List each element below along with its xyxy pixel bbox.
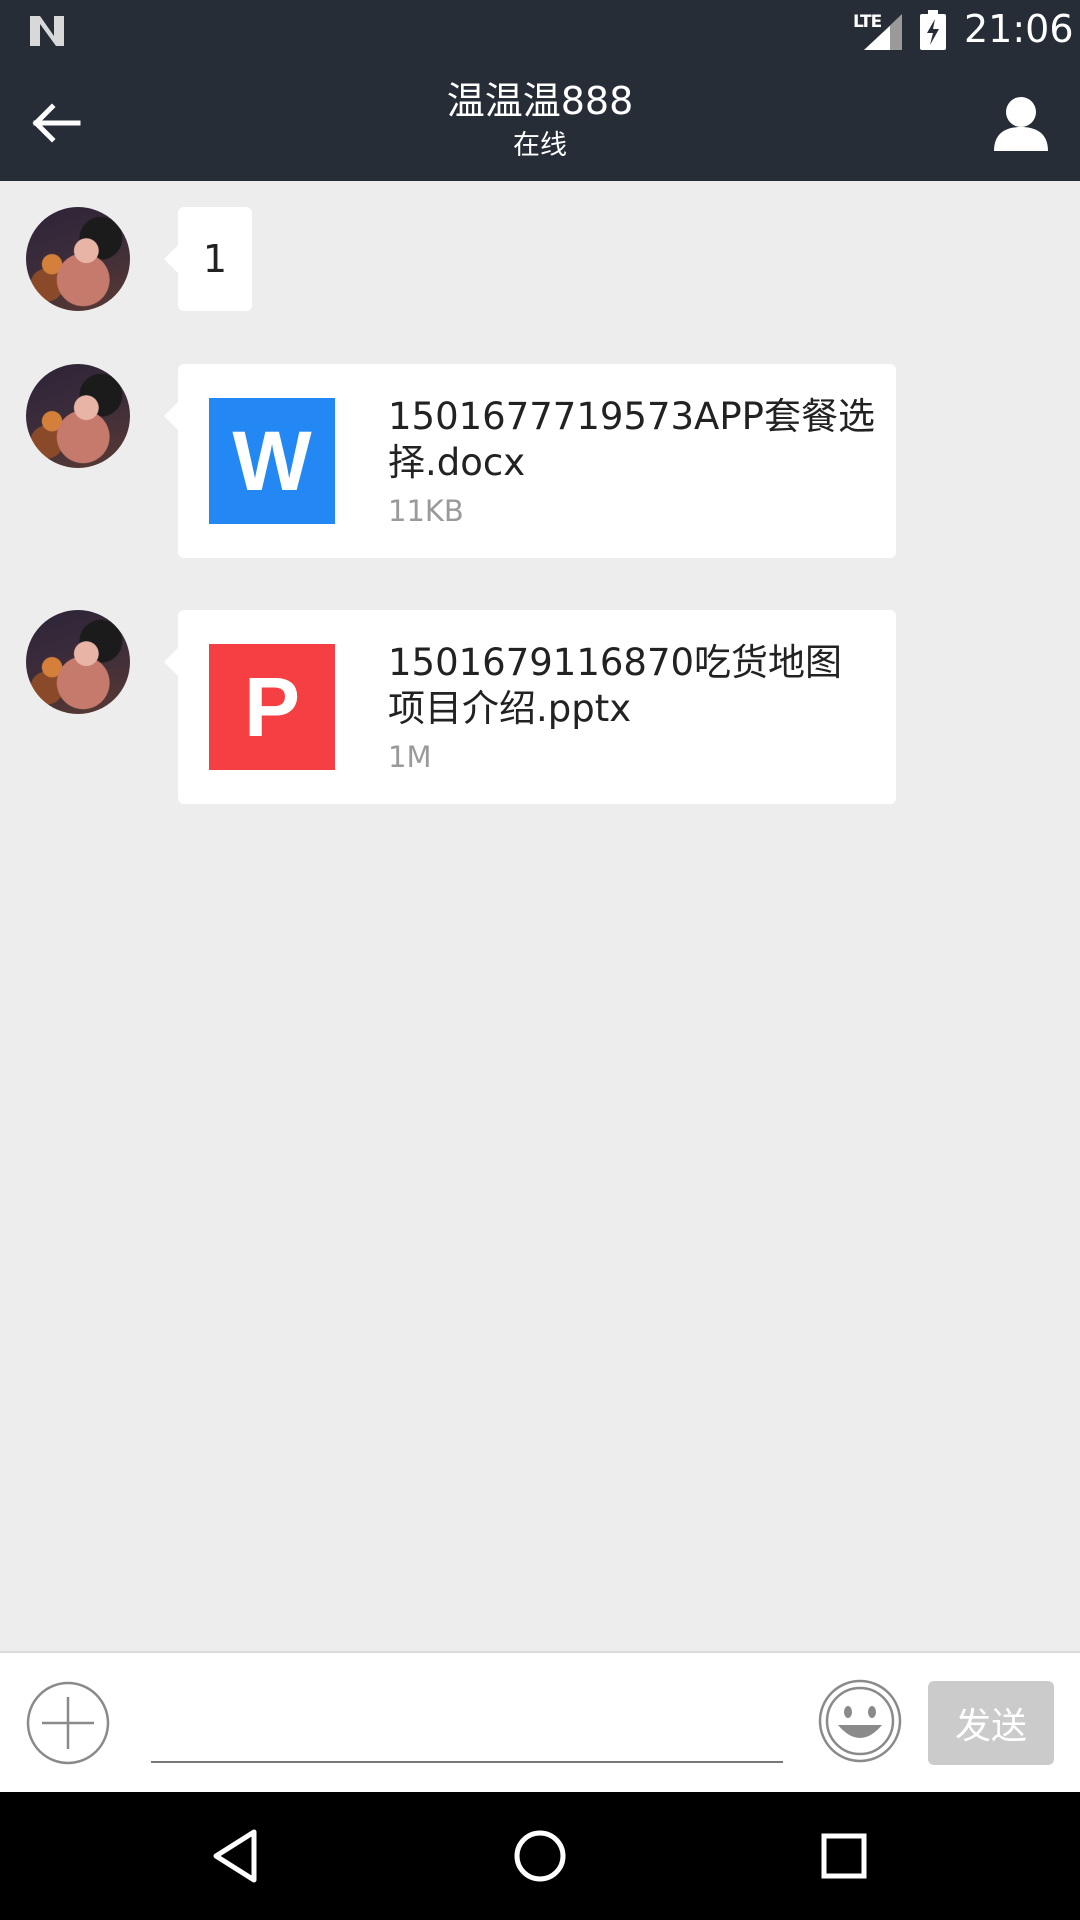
person-icon[interactable]	[990, 93, 1052, 155]
contact-name: 温温温888	[446, 79, 634, 123]
smiley-icon[interactable]	[818, 1679, 902, 1763]
file-size: 1M	[388, 740, 432, 774]
message-list[interactable]: 1 W 1501677719573APP套餐选择.docx 11KB P 150…	[0, 181, 1080, 1651]
square-recents-icon[interactable]	[814, 1826, 874, 1886]
message-composer: 发送	[0, 1651, 1080, 1792]
file-size: 11KB	[388, 494, 464, 528]
notification-n-icon	[30, 16, 64, 46]
signal-icon	[864, 14, 902, 50]
contact-avatar[interactable]	[26, 610, 130, 714]
powerpoint-file-icon: P	[209, 644, 335, 770]
file-name: 1501679116870吃货地图项目介绍.pptx	[388, 641, 843, 730]
circle-home-icon[interactable]	[510, 1826, 570, 1886]
status-clock: 21:06	[964, 7, 1074, 51]
system-navigation-bar	[0, 1792, 1080, 1920]
battery-charging-icon	[920, 10, 946, 50]
plus-circle-icon[interactable]	[26, 1681, 110, 1765]
status-bar: LTE 21:06	[0, 0, 1080, 63]
contact-avatar[interactable]	[26, 364, 130, 468]
file-name: 1501677719573APP套餐选择.docx	[388, 395, 875, 484]
online-status: 在线	[513, 130, 567, 161]
word-file-icon: W	[209, 398, 335, 524]
contact-avatar[interactable]	[26, 207, 130, 311]
message-input[interactable]	[151, 1683, 783, 1763]
triangle-back-icon[interactable]	[206, 1826, 266, 1886]
file-message-bubble[interactable]: W 1501677719573APP套餐选择.docx 11KB	[164, 364, 896, 558]
send-button[interactable]: 发送	[928, 1681, 1054, 1765]
chat-title-block: 温温温888 在线	[0, 75, 1080, 165]
file-message-bubble[interactable]: P 1501679116870吃货地图项目介绍.pptx 1M	[164, 610, 896, 804]
text-message-bubble[interactable]: 1	[164, 207, 252, 311]
chat-header: 温温温888 在线	[0, 63, 1080, 181]
